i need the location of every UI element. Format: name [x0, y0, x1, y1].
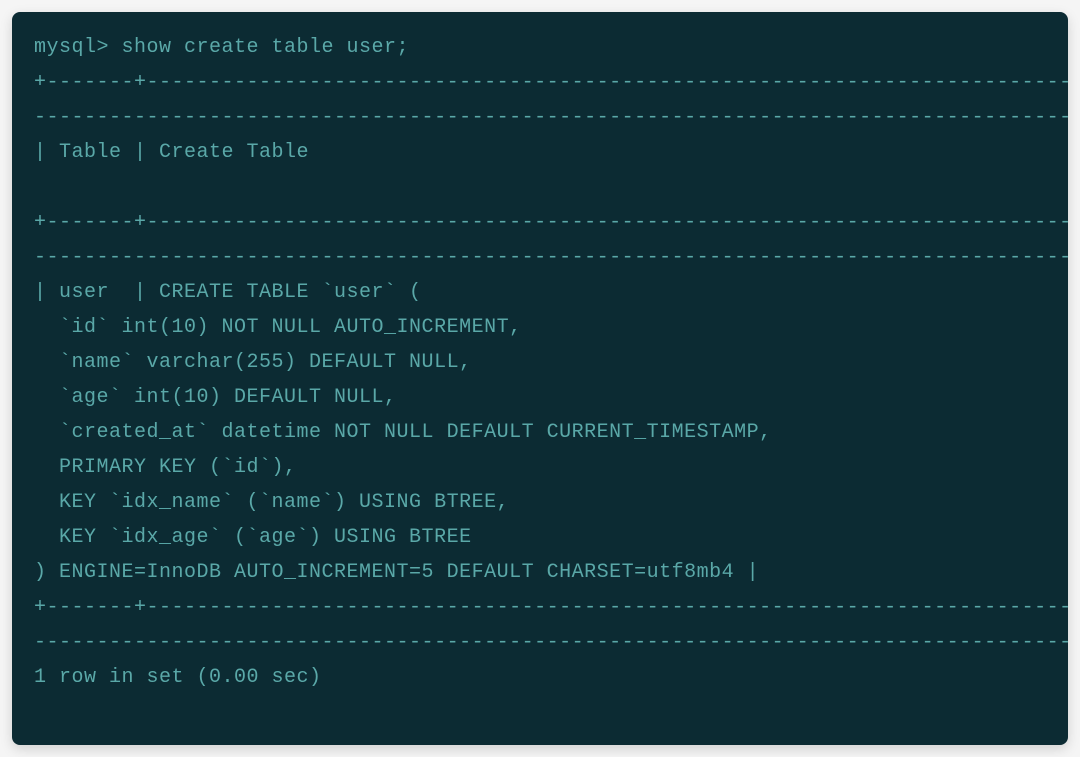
index-name: KEY `idx_name` (`name`) USING BTREE,	[34, 491, 509, 514]
table-border-bottom-1: +-------+-------------------------------…	[34, 596, 1068, 619]
column-age: `age` int(10) DEFAULT NULL,	[34, 386, 397, 409]
mysql-prompt: mysql>	[34, 36, 122, 59]
index-age: KEY `idx_age` (`age`) USING BTREE	[34, 526, 472, 549]
table-border-top-2: ----------------------------------------…	[34, 106, 1068, 129]
column-id: `id` int(10) NOT NULL AUTO_INCREMENT,	[34, 316, 522, 339]
table-border-mid-1: +-------+-------------------------------…	[34, 211, 1068, 234]
table-header: | Table | Create Table	[34, 141, 309, 164]
table-border-mid-2: ----------------------------------------…	[34, 246, 1068, 269]
sql-command: show create table user;	[122, 36, 410, 59]
column-name: `name` varchar(255) DEFAULT NULL,	[34, 351, 472, 374]
column-created-at: `created_at` datetime NOT NULL DEFAULT C…	[34, 421, 772, 444]
terminal-output: mysql> show create table user; +-------+…	[34, 30, 1046, 695]
table-border-top-1: +-------+-------------------------------…	[34, 71, 1068, 94]
result-summary: 1 row in set (0.00 sec)	[34, 666, 322, 689]
terminal-window: mysql> show create table user; +-------+…	[12, 12, 1068, 745]
table-border-bottom-2: ----------------------------------------…	[34, 631, 1068, 654]
create-table-end: ) ENGINE=InnoDB AUTO_INCREMENT=5 DEFAULT…	[34, 561, 759, 584]
create-table-start: | user | CREATE TABLE `user` (	[34, 281, 422, 304]
primary-key: PRIMARY KEY (`id`),	[34, 456, 297, 479]
